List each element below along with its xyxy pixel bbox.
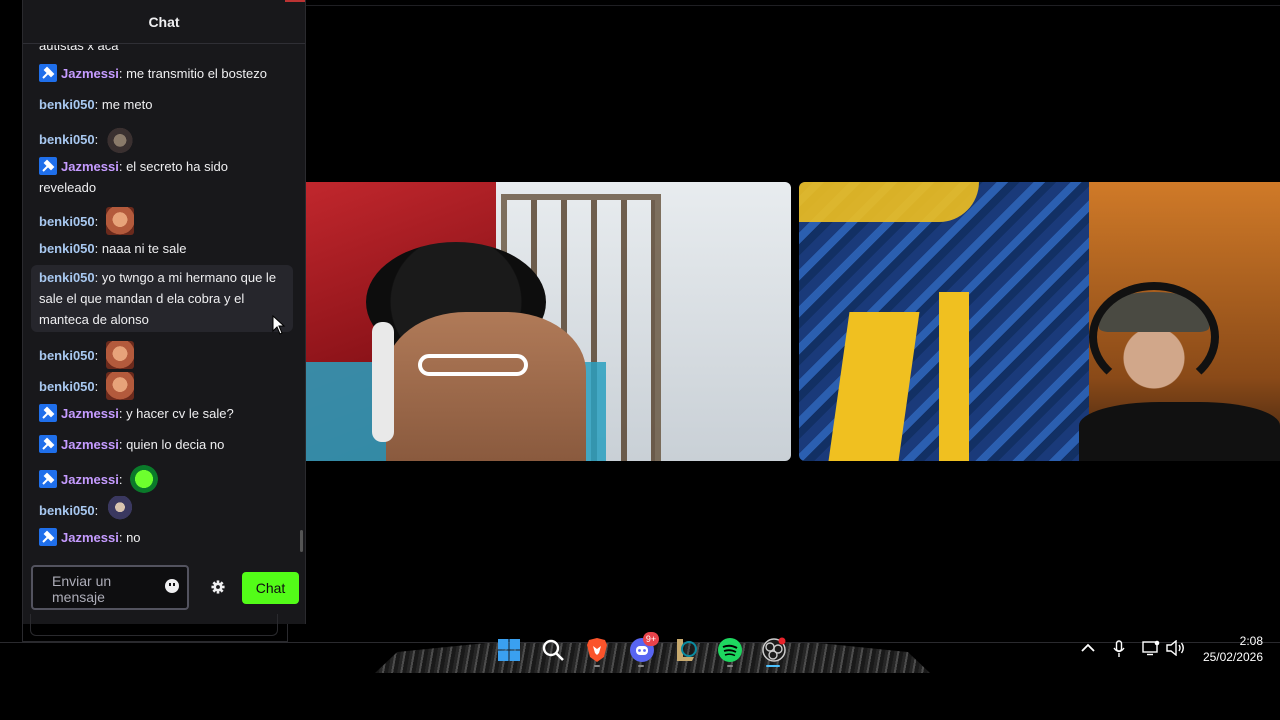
chat-message: benki050: [31,372,293,400]
chat-message: benki050: [31,341,293,369]
chat-message: benki050: me meto [39,97,153,112]
chat-message: Jazmessi: [31,465,293,493]
windows-start-icon[interactable] [495,636,523,664]
chat-message: benki050: [31,125,293,153]
green-emote-icon [130,465,159,493]
chat-username[interactable]: Jazmessi [61,159,119,174]
left-frame [22,624,288,642]
chat-message: Jazmessi: y hacer cv le sale? [31,403,293,424]
chat-username[interactable]: Jazmessi [61,406,119,421]
chat-username[interactable]: Jazmessi [61,66,119,81]
chat-username[interactable]: benki050 [39,241,95,256]
face-emote-icon [105,372,134,400]
microphone-icon[interactable] [1113,640,1125,658]
screen: Chat autistas x aca Jazmessi: me transmi… [0,0,1280,720]
chat-username[interactable]: benki050 [39,97,95,112]
moderator-badge-icon [39,64,57,82]
moderator-badge-icon [39,404,57,422]
chevron-up-icon[interactable] [1081,643,1095,653]
chat-username[interactable]: benki050 [39,132,95,147]
moth-emote-icon [105,125,134,153]
moderator-badge-icon [39,470,57,488]
message-text: me meto [101,97,153,112]
moderator-badge-icon [39,435,57,453]
network-icon[interactable] [1142,640,1160,656]
active-app-indicator [766,665,780,667]
chat-panel: Chat autistas x aca Jazmessi: me transmi… [22,0,306,624]
close-indicator[interactable] [285,0,305,2]
obs-studio-icon[interactable] [760,636,788,664]
chat-username[interactable]: benki050 [39,379,95,394]
spotify-icon[interactable] [716,636,744,664]
chat-message-list[interactable]: autistas x aca Jazmessi: me transmitio e… [23,45,305,550]
chat-username[interactable]: benki050 [39,348,95,363]
face-emote-icon [105,207,134,235]
chat-title: Chat [23,0,305,44]
brave-browser-icon[interactable] [583,636,611,664]
message-text: quien lo decia no [126,437,225,452]
running-indicator [638,665,644,667]
chat-message: benki050: [31,496,293,524]
discord-notification-badge: 9+ [643,632,659,646]
chat-username[interactable]: Jazmessi [61,437,119,452]
webcam-feed-left [306,182,791,461]
chat-username[interactable]: benki050 [39,214,95,229]
chat-message: benki050: [31,207,293,235]
moderator-badge-icon [39,528,57,546]
volume-icon[interactable] [1166,640,1186,656]
chat-username[interactable]: benki050 [39,270,95,285]
chat-message: Jazmessi: no [31,527,293,548]
webcam-feed-right [799,182,1280,461]
search-icon[interactable] [539,636,567,664]
taskbar-clock-date[interactable]: 25/02/2026 [1195,650,1263,664]
emoji-picker-icon[interactable] [165,579,179,593]
chat-username[interactable]: Jazmessi [61,530,119,545]
chat-username[interactable]: benki050 [39,503,95,518]
face-emote-icon [105,341,134,369]
moderator-badge-icon [39,157,57,175]
chat-message: Jazmessi: quien lo decia no [31,434,293,455]
league-of-legends-icon[interactable] [672,636,700,664]
mouse-cursor-icon [272,315,286,335]
running-indicator [594,665,600,667]
chat-settings-gear-icon[interactable] [211,580,225,594]
taskbar-clock-time[interactable]: 2:08 [1200,634,1263,648]
chat-scrollbar[interactable] [300,530,303,552]
chat-message-hovered[interactable]: benki050: yo twngo a mi hermano que le s… [31,265,293,332]
send-chat-button[interactable]: Chat [242,572,299,604]
chat-message: benki050: naaa ni te sale [39,241,187,256]
message-text: me transmitio el bostezo [126,66,267,81]
input-placeholder: Enviar un mensaje [52,573,112,605]
chat-username[interactable]: Jazmessi [61,472,119,487]
chat-message: Jazmessi: me transmitio el bostezo [31,63,293,84]
message-text: no [126,530,141,545]
message-text: y hacer cv le sale? [126,406,234,421]
running-indicator [727,665,733,667]
message-text: naaa ni te sale [101,241,187,256]
chat-message: autistas x aca [31,45,293,56]
character-emote-icon [105,496,134,524]
chat-message: Jazmessi: el secreto ha sido reveleado [39,157,228,195]
chat-message-input[interactable]: Enviar un mensaje [31,565,189,610]
message-text: autistas x aca [39,45,119,53]
top-divider [306,5,1280,6]
